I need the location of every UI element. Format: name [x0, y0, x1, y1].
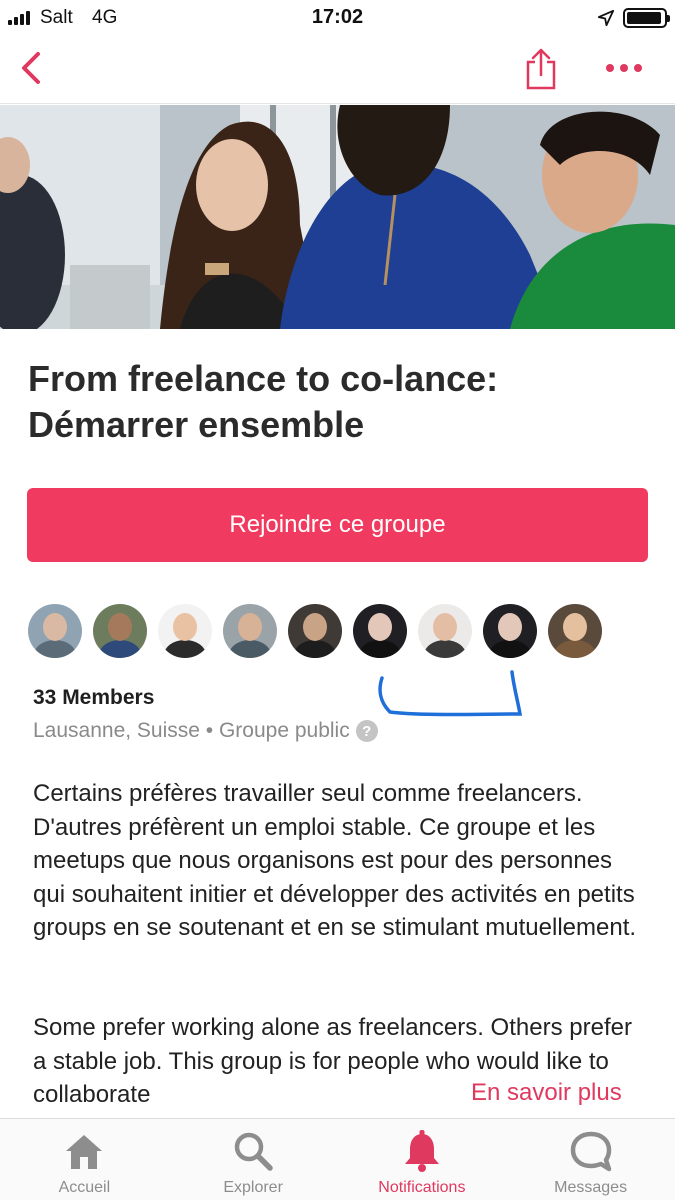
- tab-label: Messages: [554, 1179, 628, 1196]
- status-bar: Salt 4G 17:02: [0, 0, 675, 36]
- status-time: 17:02: [311, 6, 364, 28]
- battery-level: [627, 12, 662, 24]
- group-title: From freelance to co-lance: Démarrer ens…: [28, 356, 648, 448]
- chevron-left-icon[interactable]: [14, 50, 50, 86]
- tab-label: Accueil: [58, 1179, 111, 1196]
- description-fr: Certains préfères travailler seul comme …: [33, 780, 637, 941]
- tab-label: Explorer: [223, 1179, 283, 1196]
- member-count[interactable]: 33 Members: [33, 686, 154, 710]
- search-icon: [234, 1132, 273, 1171]
- share-icon[interactable]: [522, 48, 560, 90]
- member-avatar[interactable]: [223, 604, 277, 658]
- chat-bubble-icon: [570, 1131, 611, 1172]
- member-avatar[interactable]: [548, 604, 602, 658]
- group-title-line-2: Démarrer ensemble: [28, 404, 365, 445]
- read-more-link[interactable]: En savoir plus: [471, 1079, 622, 1107]
- tab-explorer[interactable]: Explorer: [169, 1119, 338, 1200]
- member-avatar[interactable]: [288, 604, 342, 658]
- member-avatar[interactable]: [158, 604, 212, 658]
- member-avatar[interactable]: [483, 604, 537, 658]
- tab-messages[interactable]: Messages: [506, 1119, 675, 1200]
- member-avatars[interactable]: [28, 604, 602, 658]
- tab-notifications[interactable]: Notifications: [338, 1119, 507, 1200]
- tab-label: Notifications: [378, 1179, 466, 1196]
- member-avatar[interactable]: [93, 604, 147, 658]
- tab-bar: Accueil Explorer Notifications Messages: [0, 1118, 675, 1200]
- group-description: Certains préfères travailler seul comme …: [33, 777, 648, 979]
- join-group-button[interactable]: Rejoindre ce groupe: [27, 488, 648, 562]
- bell-icon: [404, 1130, 439, 1172]
- location-arrow-icon: [597, 9, 615, 27]
- group-title-line-1: From freelance to co-lance:: [28, 358, 499, 399]
- more-dots-icon[interactable]: [606, 58, 646, 78]
- group-cover-photo: [0, 105, 675, 329]
- member-avatar[interactable]: [353, 604, 407, 658]
- member-avatar[interactable]: [418, 604, 472, 658]
- battery-icon: [623, 8, 670, 28]
- group-location: Lausanne, Suisse • Groupe public ?: [33, 719, 378, 743]
- home-icon: [66, 1135, 103, 1169]
- nav-bar: [0, 36, 675, 104]
- location-text: Lausanne, Suisse • Groupe public: [33, 719, 350, 742]
- member-avatar[interactable]: [28, 604, 82, 658]
- hand-drawn-bracket-annotation: [378, 670, 523, 717]
- tab-accueil[interactable]: Accueil: [0, 1119, 169, 1200]
- help-icon[interactable]: ?: [355, 720, 378, 742]
